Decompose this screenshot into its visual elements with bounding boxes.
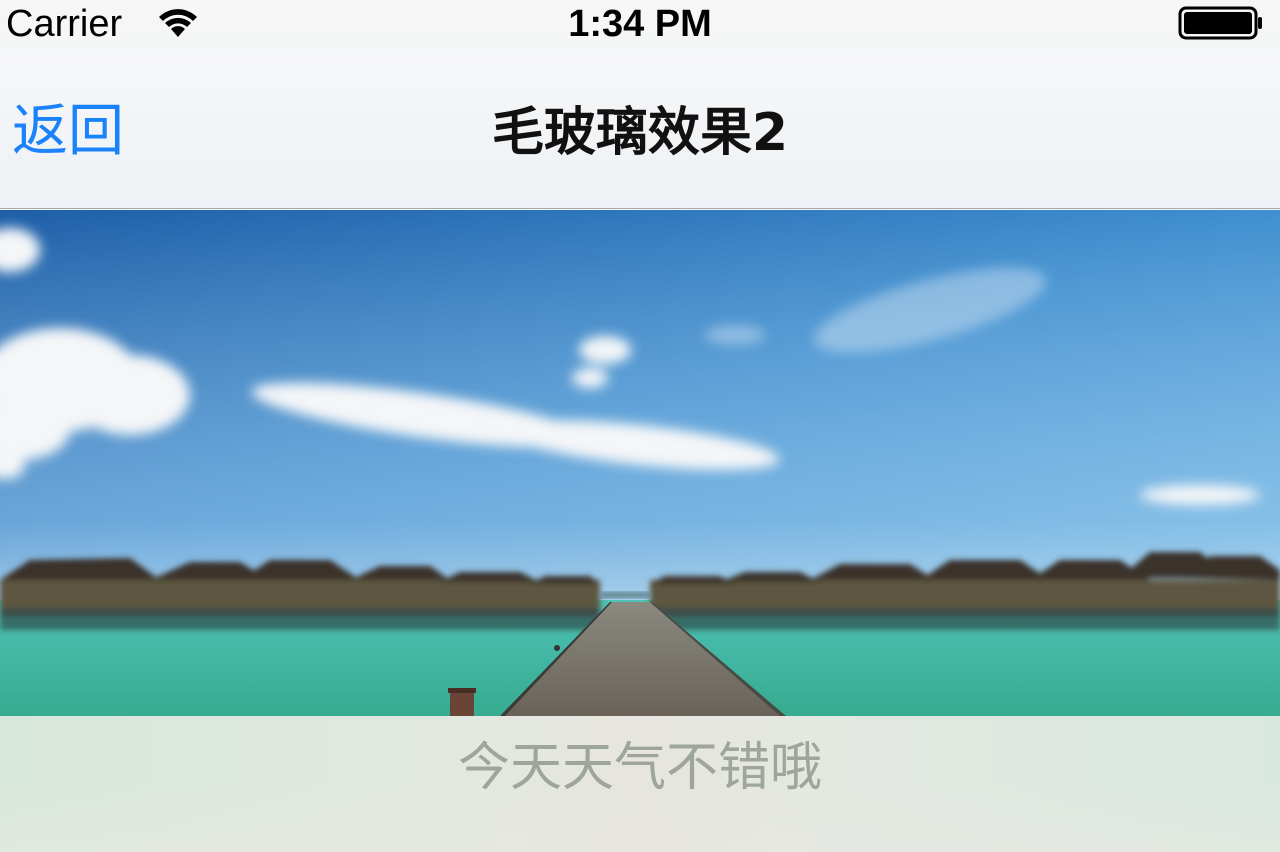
background-photo bbox=[0, 210, 1280, 716]
navigation-bar: 返回 毛玻璃效果2 bbox=[0, 50, 1280, 209]
status-bar: Carrier 1:34 PM bbox=[0, 0, 1280, 50]
page-title: 毛玻璃效果2 bbox=[491, 103, 789, 163]
battery-full-icon bbox=[1178, 5, 1264, 41]
frosted-glass-overlay: 今天天气不错哦 bbox=[0, 716, 1280, 852]
frosted-caption: 今天天气不错哦 bbox=[457, 738, 822, 798]
status-time: 1:34 PM bbox=[568, 3, 712, 45]
